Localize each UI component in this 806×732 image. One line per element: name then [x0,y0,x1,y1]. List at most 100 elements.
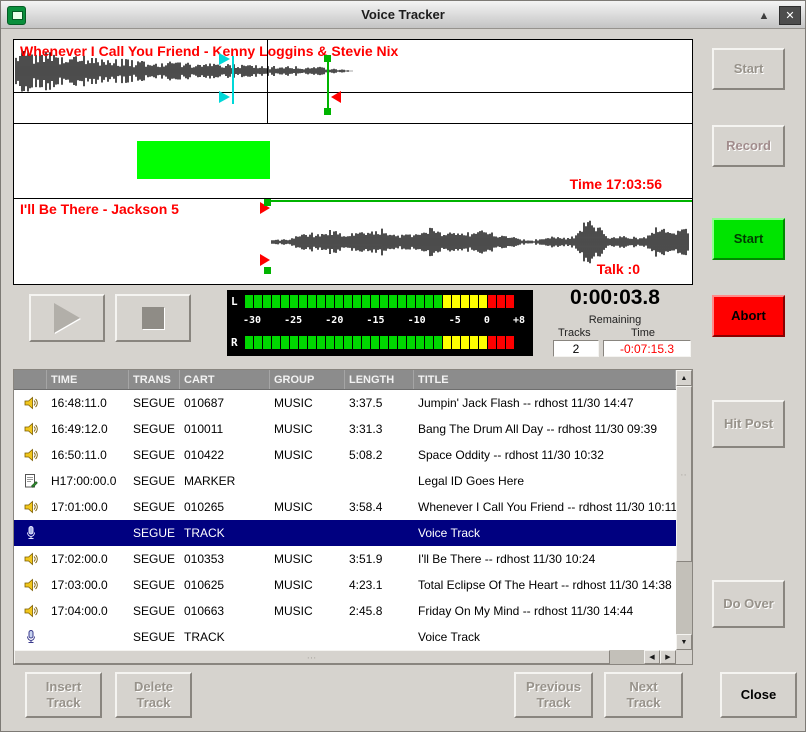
column-header-cart[interactable]: CART [180,370,270,389]
cell-cart: MARKER [180,468,270,494]
track2-start-handle-bottom[interactable] [260,254,270,266]
table-row[interactable]: H17:00:00.0SEGUEMARKERLegal ID Goes Here [14,468,676,494]
table-row[interactable]: 16:50:11.0SEGUE010422MUSIC5:08.2Space Od… [14,442,676,468]
meter-scale: -30-25-20-15-10-50+8 [243,315,525,326]
meter-scale-tick: -10 [408,315,426,326]
waveform-editor[interactable]: Whenever I Call You Friend - Kenny Loggi… [13,39,693,285]
table-row[interactable]: 17:03:00.0SEGUE010625MUSIC4:23.1Total Ec… [14,572,676,598]
cell-group: MUSIC [270,416,345,442]
cell-title: Jumpin' Jack Flash -- rdhost 11/30 14:47 [414,390,676,416]
track1-fade-handle[interactable] [331,91,341,103]
table-row[interactable]: 17:02:00.0SEGUE010353MUSIC3:51.9I'll Be … [14,546,676,572]
scroll-left-icon[interactable]: ◀ [644,650,660,664]
do-over-button[interactable]: Do Over [712,580,785,628]
track1-title: Whenever I Call You Friend - Kenny Loggi… [20,43,398,59]
stop-button[interactable] [115,294,191,342]
marker-icon [14,468,47,494]
cell-group: MUSIC [270,546,345,572]
speaker-icon [14,546,47,572]
cell-time [47,520,129,546]
titlebar[interactable]: Voice Tracker ▲ ✕ [1,1,805,29]
close-button[interactable]: Close [720,672,797,718]
delete-track-button[interactable]: Delete Track [115,672,192,718]
table-row[interactable]: 17:01:00.0SEGUE010265MUSIC3:58.4Whenever… [14,494,676,520]
track2-marker-top-handle[interactable] [264,199,271,206]
talk-readout: Talk :0 [597,261,640,277]
track2-start-line[interactable] [270,200,692,202]
cell-group [270,624,345,650]
window-title: Voice Tracker [1,7,805,22]
vertical-scroll-thumb[interactable]: ∙∙ [676,386,692,562]
table-row[interactable]: SEGUETRACKVoice Track [14,624,676,650]
elapsed-time: 0:00:03.8 [539,284,691,312]
segue-marker-line[interactable] [232,56,234,104]
cell-cart: 010265 [180,494,270,520]
cell-cart: TRACK [180,520,270,546]
scroll-right-icon[interactable]: ▶ [660,650,676,664]
previous-track-button[interactable]: Previous Track [514,672,593,718]
edit-cursor[interactable] [267,40,268,123]
speaker-icon [14,416,47,442]
cell-trans: SEGUE [129,624,180,650]
scroll-up-icon[interactable]: ▲ [676,370,692,386]
cell-cart: TRACK [180,624,270,650]
cell-group [270,468,345,494]
remaining-time-value: -0:07:15.3 [603,340,691,357]
abort-button[interactable]: Abort [712,295,785,337]
meter-scale-tick: -25 [284,315,302,326]
cell-time: 17:04:00.0 [47,598,129,624]
horizontal-scroll-thumb[interactable]: ∙∙∙ [14,650,610,664]
scroll-down-icon[interactable]: ▼ [676,634,692,650]
cell-cart: 010422 [180,442,270,468]
column-header-length[interactable]: LENGTH [345,370,414,389]
insert-track-button[interactable]: Insert Track [25,672,102,718]
table-row[interactable]: SEGUETRACKVoice Track [14,520,676,546]
log-body: 16:48:11.0SEGUE010687MUSIC3:37.5Jumpin' … [14,390,676,650]
meter-scale-tick: -20 [325,315,343,326]
play-button[interactable] [29,294,105,342]
start-track1-button[interactable]: Start [712,48,785,90]
meter-right-row: R [231,336,514,349]
track2-marker-bottom-handle[interactable] [264,267,271,274]
close-icon[interactable]: ✕ [779,6,801,25]
speaker-icon [14,390,47,416]
column-header-title[interactable]: TITLE [414,370,676,389]
cell-length: 3:37.5 [345,390,414,416]
segue-marker-bottom-icon[interactable] [219,91,230,103]
column-header-icon[interactable] [14,370,47,389]
cell-length: 2:45.8 [345,598,414,624]
next-track-button[interactable]: Next Track [604,672,683,718]
remaining-label: Remaining [539,314,691,326]
cell-time: 17:01:00.0 [47,494,129,520]
segue-marker-top-icon[interactable] [219,53,230,65]
cell-title: I'll Be There -- rdhost 11/30 10:24 [414,546,676,572]
cell-length: 3:51.9 [345,546,414,572]
table-row[interactable]: 16:49:12.0SEGUE010011MUSIC3:31.3Bang The… [14,416,676,442]
cell-cart: 010687 [180,390,270,416]
table-row[interactable]: 17:04:00.0SEGUE010663MUSIC2:45.8Friday O… [14,598,676,624]
cell-cart: 010353 [180,546,270,572]
record-button[interactable]: Record [712,125,785,167]
horizontal-scrollbar[interactable]: ∙∙∙ ◀ ▶ [14,650,676,664]
cell-cart: 010663 [180,598,270,624]
hit-post-button[interactable]: Hit Post [712,400,785,448]
remaining-tracks-label: Tracks [558,327,591,339]
column-header-trans[interactable]: TRANS [129,370,180,389]
track1-end-marker-bottom-handle[interactable] [324,108,331,115]
cell-trans: SEGUE [129,572,180,598]
start-track2-button[interactable]: Start [712,218,785,260]
shade-icon[interactable]: ▲ [753,6,775,25]
cell-group: MUSIC [270,442,345,468]
cell-title: Bang The Drum All Day -- rdhost 11/30 09… [414,416,676,442]
voice-track-region[interactable] [137,141,270,179]
table-row[interactable]: 16:48:11.0SEGUE010687MUSIC3:37.5Jumpin' … [14,390,676,416]
vertical-scrollbar[interactable]: ▲ ∙∙ ▼ [676,370,692,650]
column-header-time[interactable]: TIME [47,370,129,389]
panel-divider-2 [14,198,692,199]
track1-end-marker-top-handle[interactable] [324,55,331,62]
column-header-group[interactable]: GROUP [270,370,345,389]
cell-length [345,520,414,546]
cell-cart: 010625 [180,572,270,598]
track1-end-marker-line[interactable] [327,58,329,112]
cell-time: 16:50:11.0 [47,442,129,468]
